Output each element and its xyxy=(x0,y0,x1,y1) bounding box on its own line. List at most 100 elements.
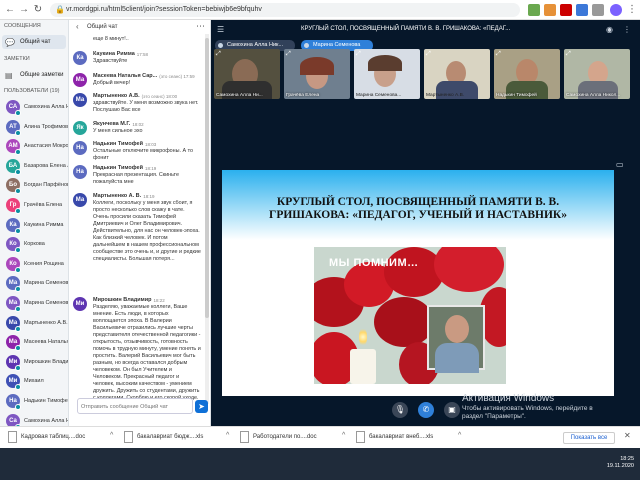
message-text: Добрый вечер! xyxy=(93,80,131,86)
message-text: еще 8 минут!.. xyxy=(93,36,129,42)
download-item[interactable]: Кадровая таблиц....doc ^ xyxy=(8,431,118,445)
download-item[interactable]: бакалавриат внеб....xls ^ xyxy=(356,431,466,445)
chevron-down-icon[interactable]: ^ xyxy=(226,432,229,439)
message-avatar: Ма xyxy=(73,93,87,107)
presentation-minimize-icon[interactable]: ▭ xyxy=(616,160,624,169)
extension-icon[interactable] xyxy=(576,4,588,16)
message-text: Прекрасная презентация. Скиньте пожалуйс… xyxy=(93,172,179,185)
user-name: Анастасия Мокро... xyxy=(24,143,68,150)
meeting-title-bar: ☰ КРУГЛЫЙ СТОЛ, ПОСВЯЩЕННЫЙ ПАМЯТИ В. В.… xyxy=(211,20,640,40)
message-avatar: Ми xyxy=(73,297,87,311)
user-name: Ксения Рощина xyxy=(24,260,64,267)
chat-scrollbar[interactable] xyxy=(205,34,209,404)
user-name: Мирошкин Владим... xyxy=(24,358,68,365)
user-name: Базарова Елена А... xyxy=(24,162,68,169)
forward-arrow-icon[interactable]: → xyxy=(18,4,30,16)
chevron-down-icon[interactable]: ^ xyxy=(342,432,345,439)
user-name: Грачёва Елена xyxy=(24,202,63,208)
message-text: Здравствуйте xyxy=(93,58,128,64)
microphone-button[interactable]: 🎙 xyxy=(392,402,408,418)
memorial-text: МЫ ПОМНИМ… xyxy=(329,257,419,269)
chat-options-icon[interactable]: ⋯ xyxy=(196,21,205,32)
message-author: Надькин Тимофей xyxy=(93,141,143,147)
file-icon xyxy=(8,431,17,443)
menu-dots-icon[interactable]: ⋮ xyxy=(626,4,638,16)
user-name: Марина Семенова... xyxy=(24,300,68,306)
chat-panel: ‹ Общий чат ⋯ еще 8 минут!.. Ка Каукина Ри… xyxy=(69,20,211,426)
close-icon[interactable]: ✕ xyxy=(624,431,631,440)
expand-icon[interactable]: ⤢ xyxy=(286,51,291,58)
system-clock[interactable]: 18:25 19.11.2020 xyxy=(607,456,634,470)
candle xyxy=(350,349,376,384)
chevron-down-icon[interactable]: ^ xyxy=(110,432,113,439)
message-time: 18:22 xyxy=(153,298,165,303)
users-section-header: ПОЛЬЗОВАТЕЛИ (19) xyxy=(4,88,60,94)
expand-icon[interactable]: ⤢ xyxy=(356,51,361,58)
message-avatar: Як xyxy=(73,121,87,135)
message-time: 18:19 xyxy=(144,166,157,171)
message-author: Якунчева М.Г. xyxy=(93,121,131,127)
user-name: Самохина Алла Ни... xyxy=(24,417,68,424)
message-author: Каукина Римма xyxy=(93,51,135,57)
file-icon xyxy=(240,431,249,443)
chat-title: Общий чат xyxy=(87,24,118,30)
profile-avatar[interactable] xyxy=(610,4,622,16)
extension-icon[interactable] xyxy=(560,4,572,16)
webcam-caption: Надькин Тимофей xyxy=(496,93,537,98)
webcam-tile[interactable]: ⤢ Мартыненко А.В. xyxy=(424,49,490,99)
message-text: Остальные отключите микрофоны. А то фони… xyxy=(93,148,194,161)
message-text: здравствуйте. У меня возможно звука нет.… xyxy=(93,100,199,113)
download-item[interactable]: бакалавриат бюдж....xls ^ xyxy=(124,431,234,445)
users-toggle-icon[interactable]: ☰ xyxy=(217,25,224,34)
address-bar[interactable]: 🔒 vr.mordgpi.ru/html5client/join?session… xyxy=(50,3,520,17)
message-time: 18:03 xyxy=(144,142,157,147)
sidebar-item-label: Общие заметки xyxy=(20,72,64,78)
extension-icon[interactable] xyxy=(528,4,540,16)
messages-section-header: СООБЩЕНИЯ xyxy=(4,23,41,29)
extension-icon[interactable] xyxy=(544,4,556,16)
webcam-caption: Мартыненко А.В. xyxy=(426,93,465,98)
chat-input[interactable] xyxy=(81,402,189,411)
user-name: Марина Семенова xyxy=(24,280,68,287)
recording-icon[interactable]: ◉ xyxy=(606,25,613,34)
expand-icon[interactable]: ⤢ xyxy=(426,51,431,58)
expand-icon[interactable]: ⤢ xyxy=(496,51,501,58)
user-name: Масеева Наталья... xyxy=(24,339,68,346)
message-text: Коллеги, поскольку у меня звук сбоит, я … xyxy=(93,200,201,262)
webcam-caption: Самохина Алла Никол... xyxy=(566,93,621,98)
camera-button[interactable]: ▣ xyxy=(444,402,460,418)
show-all-downloads-button[interactable]: Показать все xyxy=(563,432,615,444)
chat-header: ‹ Общий чат ⋯ xyxy=(69,20,211,34)
chat-message-field[interactable] xyxy=(77,398,193,414)
portrait-photo xyxy=(427,305,485,373)
message-avatar: На xyxy=(73,141,87,155)
expand-icon[interactable]: ⤢ xyxy=(566,51,571,58)
webcam-tile[interactable]: ⤢ Надькин Тимофей xyxy=(494,49,560,99)
message-time: (это сеанс) 17:59 xyxy=(159,74,195,79)
back-arrow-icon[interactable]: ← xyxy=(4,4,16,16)
windows-taskbar: 18:25 19.11.2020 xyxy=(0,448,640,480)
message-time: 18:19 xyxy=(143,194,155,199)
extension-icon[interactable] xyxy=(592,4,604,16)
message-text: Разделяю, уважаемые коллеги, Ваше мнение… xyxy=(93,304,201,404)
user-name: Мартыненко А.В. xyxy=(24,319,68,326)
send-message-button[interactable]: ➤ xyxy=(195,400,208,413)
hide-chat-arrow-icon[interactable]: ‹ xyxy=(76,22,79,31)
webcam-tile[interactable]: ⤢ Марина Семенова... xyxy=(354,49,420,99)
chevron-down-icon[interactable]: ^ xyxy=(458,432,461,439)
sidebar-item-public-chat[interactable]: 💬 Общий чат xyxy=(2,35,66,49)
options-menu-icon[interactable]: ⋮ xyxy=(623,25,631,34)
webcam-tile[interactable]: ⤢ Грачёва Елена xyxy=(284,49,350,99)
phone-audio-button[interactable]: ✆ xyxy=(418,402,434,418)
sidebar-item-shared-notes[interactable]: ▤ Общие заметки xyxy=(2,68,66,82)
slide-title: КРУГЛЫЙ СТОЛ, ПОСВЯЩЕННЫЙ ПАМЯТИ В. В. Г… xyxy=(269,196,567,221)
user-name: Коркова xyxy=(24,241,45,248)
message-avatar: Ка xyxy=(73,51,87,65)
webcam-tile[interactable]: ⤢ Самохина Алла Ни... xyxy=(214,49,280,99)
webcam-tile[interactable]: ⤢ Самохина Алла Никол... xyxy=(564,49,630,99)
expand-icon[interactable]: ⤢ xyxy=(216,51,221,58)
message-avatar: Ма xyxy=(73,193,87,207)
download-item[interactable]: Работодатели по....doc ^ xyxy=(240,431,350,445)
browser-toolbar: ← → ↻ 🔒 vr.mordgpi.ru/html5client/join?s… xyxy=(0,0,640,20)
reload-icon[interactable]: ↻ xyxy=(32,4,44,16)
